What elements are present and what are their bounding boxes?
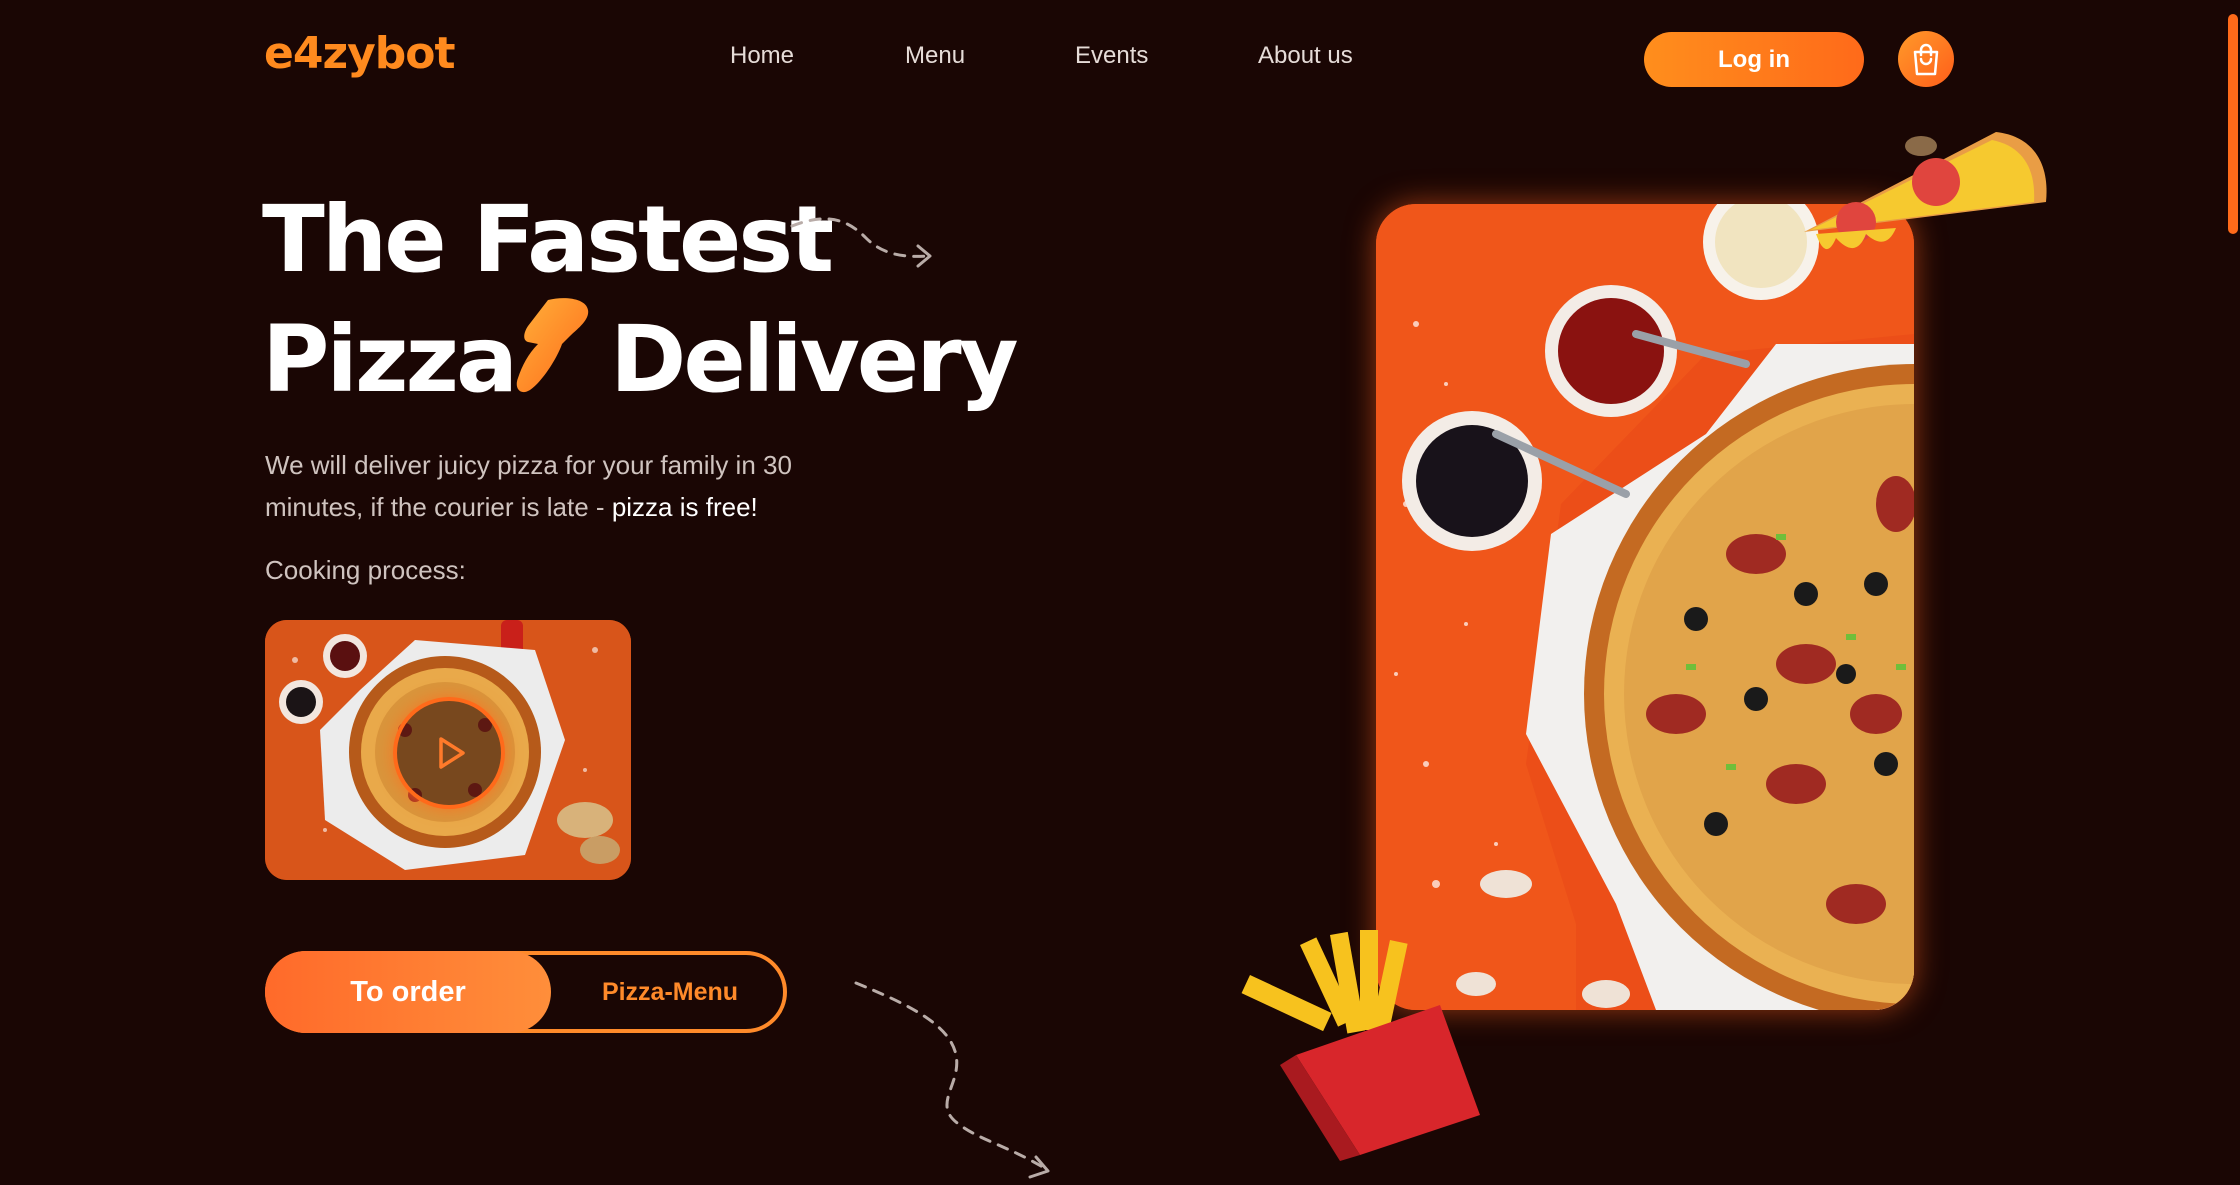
dashed-arrow-icon xyxy=(790,217,932,268)
hero-subtitle: We will deliver juicy pizza for your fam… xyxy=(265,444,885,528)
pizza-photo-image xyxy=(1376,204,1914,1010)
lightning-icon xyxy=(516,298,589,393)
cooking-process-label: Cooking process: xyxy=(265,555,466,585)
pizza-menu-button[interactable]: Pizza-Menu xyxy=(559,955,781,1029)
hero-title-delivery: Delivery xyxy=(610,306,1019,413)
shopping-bag-icon xyxy=(1913,43,1939,76)
pizza-slice-decoration xyxy=(1804,132,2047,250)
scrollbar-thumb[interactable] xyxy=(2228,14,2238,234)
dashed-arrow-down-icon xyxy=(854,981,1050,1179)
fries-decoration xyxy=(1241,930,1480,1161)
cta-button-group: To order Pizza-Menu xyxy=(265,951,787,1033)
hero-title-pizza: Pizza xyxy=(262,306,518,413)
cooking-video-thumbnail[interactable] xyxy=(265,620,631,880)
hero-title-line1: The Fastest xyxy=(262,186,834,293)
to-order-button[interactable]: To order xyxy=(265,951,551,1033)
play-button[interactable] xyxy=(393,697,505,809)
nav-about-us[interactable]: About us xyxy=(1258,42,1353,70)
nav-events[interactable]: Events xyxy=(1075,42,1148,70)
nav-home[interactable]: Home xyxy=(730,42,794,70)
hero-pizza-photo xyxy=(1376,204,1914,1010)
login-button[interactable]: Log in xyxy=(1644,32,1864,87)
logo[interactable]: e4zybot xyxy=(264,28,456,79)
cart-button[interactable] xyxy=(1898,31,1954,87)
nav-menu[interactable]: Menu xyxy=(905,42,965,70)
hero-subtitle-highlight: pizza is free! xyxy=(611,492,758,522)
play-icon xyxy=(439,737,465,769)
